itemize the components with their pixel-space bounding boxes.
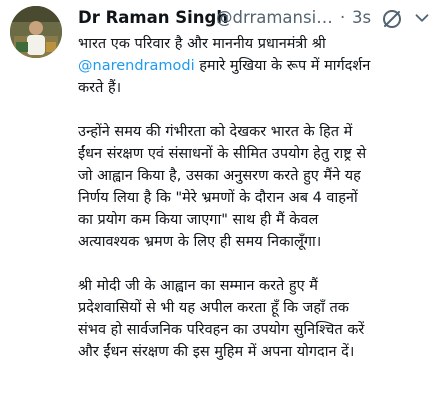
tweet-line: और ईंधन संरक्षण की इस मुहिम में अपना योग… [78,344,355,360]
tweet-paragraph-2: उन्होंने समय की गंभीरता को देखकर भारत के… [78,121,436,253]
tweet-line: ईंधन संरक्षण एवं संसाधनों के सीमित उपयोग… [78,146,367,162]
slashed-circle-icon[interactable] [380,7,404,31]
tweet-paragraph-1: भारत एक परिवार है और माननीय प्रधानमंत्री… [78,33,436,99]
tweet-line: प्रदेशवासियों से भी यह अपील करता हूँ कि … [78,300,349,316]
author-name[interactable]: Dr Raman Singh [78,7,228,29]
tweet-line: उन्होंने समय की गंभीरता को देखकर भारत के… [78,124,353,140]
tweet-line: अत्यावश्यक भ्रमण के लिए ही समय निकालूँगा… [78,234,322,250]
author-avatar[interactable] [10,6,62,58]
mention-link[interactable]: @narendramodi [78,58,195,74]
tweet-header: Dr Raman Singh @drramansingh · 3s [78,6,433,32]
header-separator: · [340,8,346,27]
tweet-line: @narendramodi हमारे मुखिया के रूप में मा… [78,55,436,77]
tweet-line: संभव हो सार्वजनिक परिवहन का उपयोग सुनिश्… [78,322,365,338]
tweet-line-text: हमारे मुखिया के रूप में मार्गदर्शन [194,58,371,74]
tweet-paragraph-3: श्री मोदी जी के आह्वान का सम्मान करते हु… [78,275,436,363]
author-handle[interactable]: @drramansingh [216,7,340,29]
tweet-line: निर्णय लिया है कि "मेरे भ्रमणों के दौरान… [78,190,358,206]
tweet-line: जो आह्वान किया है, उसका अनुसरण करते हुए … [78,168,361,184]
tweet-line: श्री मोदी जी के आह्वान का सम्मान करते हु… [78,278,318,294]
tweet[interactable]: Dr Raman Singh @drramansingh · 3s भारत ए… [0,0,439,400]
chevron-down-icon[interactable] [411,7,433,29]
tweet-text: भारत एक परिवार है और माननीय प्रधानमंत्री… [78,33,436,363]
tweet-line: करते हैं। [78,80,122,96]
tweet-timestamp[interactable]: 3s [352,7,371,29]
tweet-line: भारत एक परिवार है और माननीय प्रधानमंत्री… [78,36,326,52]
avatar-photo-icon [10,6,62,58]
tweet-line: का प्रयोग कम किया जाएगा" साथ ही मैं केवल [78,212,319,228]
